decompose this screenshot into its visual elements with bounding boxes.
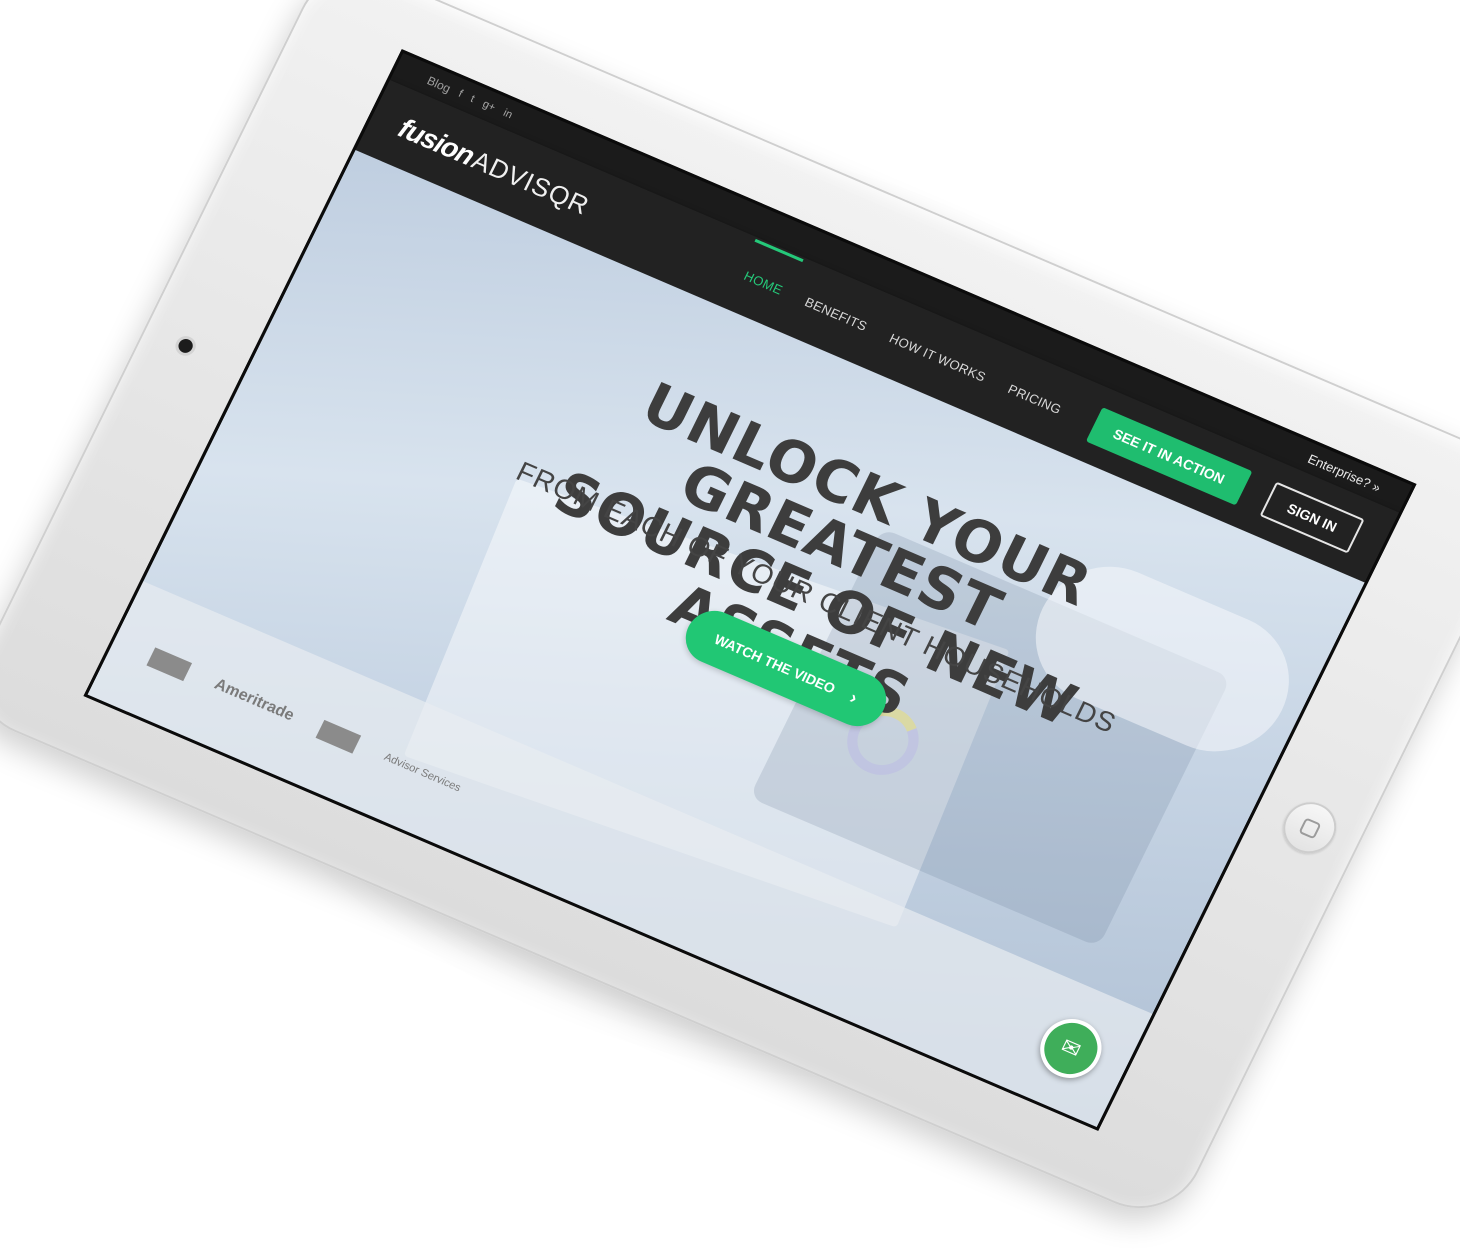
nav-home[interactable]: HOME [738, 261, 789, 305]
home-square-icon [1298, 816, 1322, 839]
sign-in-button[interactable]: SIGN IN [1259, 481, 1365, 554]
advisor-services-logo-icon [315, 720, 362, 754]
partner-advisor-services: Advisor Services [382, 751, 463, 795]
facebook-icon[interactable]: f [456, 88, 464, 100]
google-plus-icon[interactable]: g+ [480, 98, 497, 114]
logo-fusion: fusion [393, 112, 480, 171]
nav-benefits[interactable]: BENEFITS [799, 287, 873, 341]
chevron-right-icon: › [846, 686, 862, 708]
linkedin-icon[interactable]: in [501, 107, 514, 121]
nav-how-it-works[interactable]: HOW IT WORKS [884, 323, 992, 391]
ameritrade-logo-icon [146, 647, 193, 682]
stage: Blog f t g+ in Enterprise? » fusion ADVI… [0, 0, 1460, 1258]
envelope-icon: ✉ [1057, 1033, 1086, 1063]
blog-link[interactable]: Blog [425, 74, 453, 96]
nav-pricing[interactable]: PRICING [1002, 374, 1067, 424]
twitter-icon[interactable]: t [468, 93, 476, 105]
partner-ameritrade: Ameritrade [211, 675, 297, 725]
